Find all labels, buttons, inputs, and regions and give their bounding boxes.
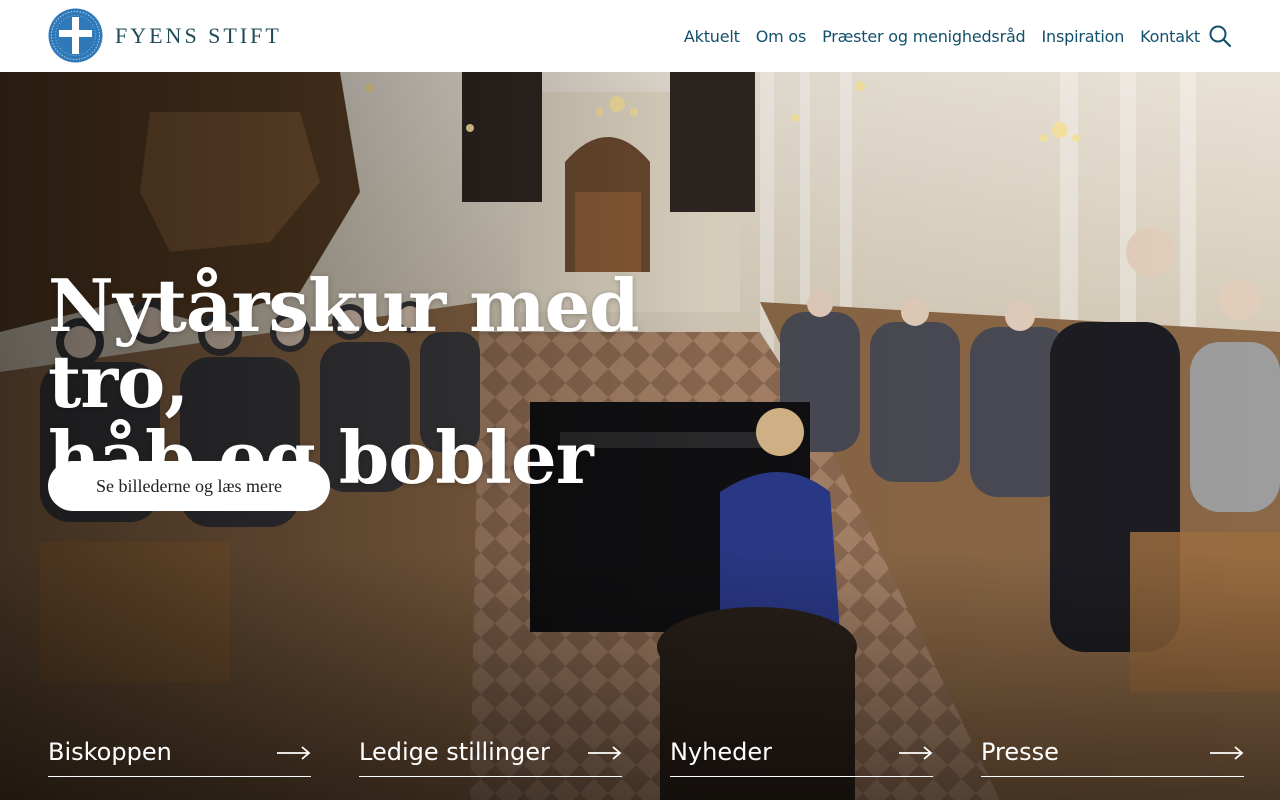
site-logo-link[interactable]: FYENS STIFT [48, 8, 282, 63]
arrow-right-icon [899, 746, 933, 760]
logo-wordmark: FYENS STIFT [115, 22, 282, 48]
arrow-right-icon [588, 746, 622, 760]
quicklinks: Biskoppen Ledige stillinger Nyheder Pres… [48, 738, 1245, 800]
nav-item-kontakt[interactable]: Kontakt [1140, 27, 1200, 46]
hero-title-line-1: Nytårskur med tro, [48, 263, 640, 424]
quicklink-ledige-stillinger[interactable]: Ledige stillinger [359, 738, 622, 777]
quicklink-presse[interactable]: Presse [981, 738, 1244, 777]
arrow-right-icon [277, 746, 311, 760]
site-header: FYENS STIFT Aktuelt Om os Præster og men… [0, 0, 1280, 72]
nav-item-om-os[interactable]: Om os [756, 27, 807, 46]
quicklink-underline [981, 776, 1244, 777]
arrow-right-icon [1210, 746, 1244, 760]
quicklink-underline [359, 776, 622, 777]
main-nav: Aktuelt Om os Præster og menighedsråd In… [684, 0, 1200, 72]
nav-item-inspiration[interactable]: Inspiration [1042, 27, 1125, 46]
see-photos-button[interactable]: Se billederne og læs mere [48, 461, 330, 511]
search-icon[interactable] [1208, 24, 1232, 48]
quicklink-nyheder[interactable]: Nyheder [670, 738, 933, 777]
quicklink-biskoppen[interactable]: Biskoppen [48, 738, 311, 777]
quicklink-label: Presse [981, 738, 1059, 766]
quicklink-label: Nyheder [670, 738, 772, 766]
quicklink-label: Biskoppen [48, 738, 172, 766]
nav-item-praester[interactable]: Præster og menighedsråd [822, 27, 1026, 46]
cross-emblem-icon [48, 8, 103, 63]
nav-item-aktuelt[interactable]: Aktuelt [684, 27, 740, 46]
quicklink-underline [670, 776, 933, 777]
hero-section: Nytårskur med tro, håb og bobler Se bill… [0, 72, 1280, 800]
quicklink-underline [48, 776, 311, 777]
quicklink-label: Ledige stillinger [359, 738, 550, 766]
